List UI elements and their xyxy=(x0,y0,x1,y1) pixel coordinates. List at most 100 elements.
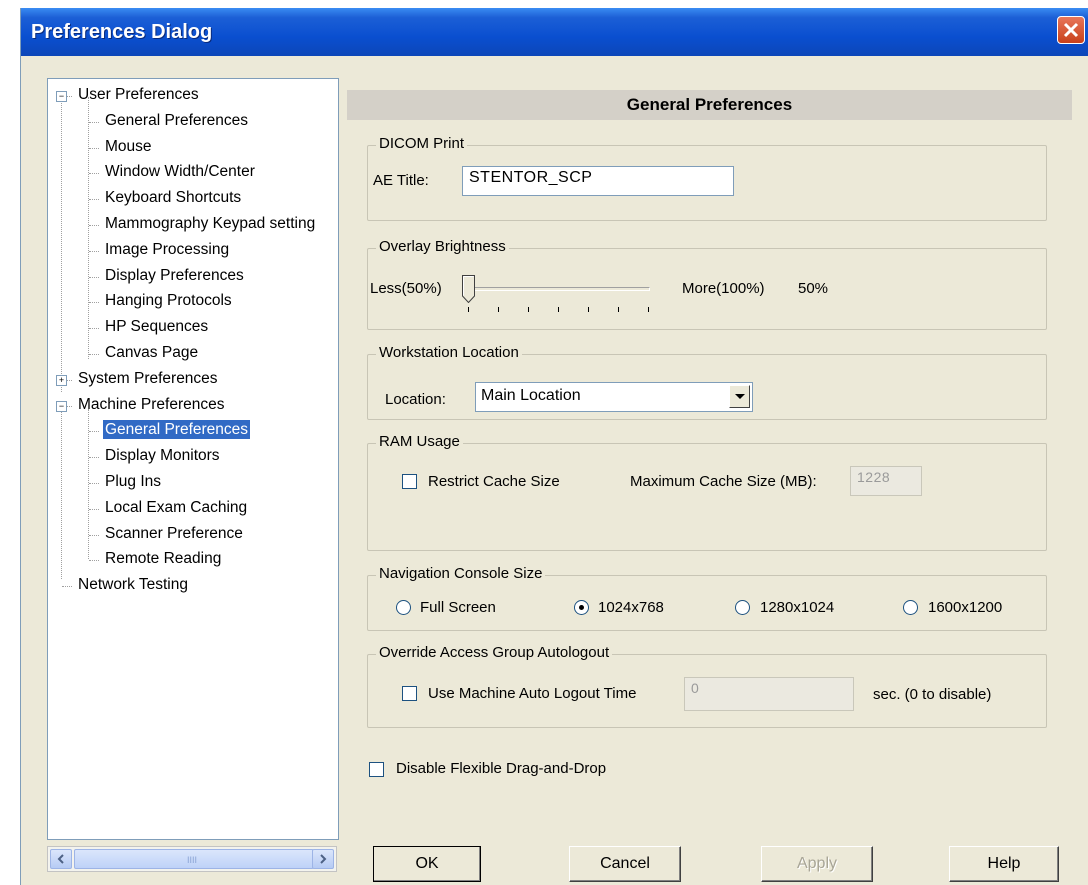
panel-title: General Preferences xyxy=(347,90,1072,120)
radio-1024x768-label: 1024x768 xyxy=(598,599,664,616)
tree-item[interactable]: Display Preferences xyxy=(103,264,246,288)
max-cache-label: Maximum Cache Size (MB): xyxy=(630,473,817,490)
title-bar[interactable]: Preferences Dialog xyxy=(21,8,1088,56)
tree-item-label: Hanging Protocols xyxy=(105,292,232,310)
tree-item[interactable]: General Preferences xyxy=(103,109,250,133)
overlay-brightness-group: Overlay Brightness Less(50%) More(100%) … xyxy=(367,238,1047,330)
tree-connector xyxy=(89,354,99,355)
group-title: Override Access Group Autologout xyxy=(376,644,613,662)
group-title: Navigation Console Size xyxy=(376,565,546,583)
tree-item[interactable]: Mouse xyxy=(103,135,154,159)
radio-1600x1200-label: 1600x1200 xyxy=(928,599,1003,616)
dialog-content: User Preferences − General Preferences Mous… xyxy=(21,56,1088,885)
tree-connector xyxy=(89,534,99,536)
radio-full-screen-label: Full Screen xyxy=(420,599,496,616)
radio-1024x768[interactable] xyxy=(574,600,589,615)
tree-line xyxy=(61,409,62,579)
group-title: Overlay Brightness xyxy=(376,238,509,256)
tree-item-label: HP Sequences xyxy=(105,318,209,336)
dropdown-button[interactable] xyxy=(729,385,750,408)
tree-item-label: Display Preferences xyxy=(105,266,244,284)
tree-item[interactable]: Image Processing xyxy=(103,238,231,262)
tree-connector xyxy=(89,225,99,226)
slider-track xyxy=(468,287,650,291)
tree-connector xyxy=(89,173,99,175)
slider-tick xyxy=(468,307,469,312)
ae-title-input[interactable]: STENTOR_SCP xyxy=(462,166,734,196)
tree-item[interactable]: Remote Reading xyxy=(103,547,223,571)
radio-1280x1024[interactable] xyxy=(735,600,750,615)
max-cache-input[interactable]: 1228 xyxy=(850,466,922,496)
tree-item-label: Scanner Preference xyxy=(105,524,243,542)
tree-item-label: Network Testing xyxy=(78,576,188,594)
tree-item[interactable]: Network Testing xyxy=(76,573,190,597)
tree-connector xyxy=(89,457,99,459)
scroll-left-button[interactable] xyxy=(50,849,72,869)
collapse-icon[interactable]: − xyxy=(56,91,67,102)
radio-1600x1200[interactable] xyxy=(903,600,918,615)
slider-tick xyxy=(618,307,619,312)
tree-item-label: Mouse xyxy=(105,137,152,155)
collapse-icon[interactable]: − xyxy=(56,400,67,412)
tree-line xyxy=(61,97,62,392)
help-button[interactable]: Help xyxy=(949,846,1059,882)
tree-item[interactable]: Local Exam Caching xyxy=(103,496,249,520)
autologout-time-input[interactable]: 0 xyxy=(684,677,854,711)
tree-item[interactable]: Window Width/Center xyxy=(103,160,257,184)
tree-item[interactable]: System Preferences xyxy=(76,367,220,391)
chevron-right-icon xyxy=(320,854,327,864)
slider-tick xyxy=(498,307,499,312)
machine-autologout-checkbox[interactable] xyxy=(402,686,417,701)
tree-item-label: Display Monitors xyxy=(105,447,220,465)
tree-horizontal-scrollbar[interactable]: IIII xyxy=(47,846,337,872)
autologout-group: Override Access Group Autologout Use Mac… xyxy=(367,644,1047,728)
radio-1280x1024-label: 1280x1024 xyxy=(760,599,835,616)
tree-item[interactable]: Mammography Keypad setting xyxy=(103,212,317,236)
brightness-slider[interactable] xyxy=(458,273,658,313)
tree-connector xyxy=(89,302,99,304)
restrict-cache-checkbox[interactable] xyxy=(402,474,417,489)
tree-item[interactable]: Machine Preferences xyxy=(76,393,226,417)
tree-item[interactable]: Display Monitors xyxy=(103,444,222,468)
tree-item[interactable]: Scanner Preference xyxy=(103,522,245,546)
disable-drag-drop-checkbox[interactable] xyxy=(369,762,384,777)
tree-item-label: Window Width/Center xyxy=(105,163,255,181)
workstation-location-group: Workstation Location Location: Main Loca… xyxy=(367,344,1047,420)
scroll-right-button[interactable] xyxy=(312,849,334,869)
cancel-button[interactable]: Cancel xyxy=(569,846,681,882)
tree-connector xyxy=(89,431,99,433)
preferences-dialog: Preferences Dialog User Preferences − Gene… xyxy=(20,8,1088,885)
tree-item[interactable]: Canvas Page xyxy=(103,341,200,365)
radio-full-screen[interactable] xyxy=(396,600,411,615)
preferences-tree[interactable]: User Preferences − General Preferences Mous… xyxy=(47,78,339,840)
tree-line xyxy=(88,97,89,359)
apply-button[interactable]: Apply xyxy=(761,846,873,882)
window-title: Preferences Dialog xyxy=(31,21,213,43)
close-button[interactable] xyxy=(1057,16,1085,44)
location-dropdown[interactable]: Main Location xyxy=(475,382,753,412)
expand-icon[interactable]: + xyxy=(56,374,67,386)
tree-item-label: Local Exam Caching xyxy=(105,498,248,516)
tree-item[interactable]: User Preferences xyxy=(76,83,201,107)
slider-thumb[interactable] xyxy=(462,275,475,303)
tree-item[interactable]: Keyboard Shortcuts xyxy=(103,186,243,210)
tree-item-label: General Preferences xyxy=(103,420,251,440)
slider-tick xyxy=(648,307,649,312)
location-value: Main Location xyxy=(481,387,581,404)
tree-item-label: General Preferences xyxy=(105,111,249,129)
tree-item-label: Mammography Keypad setting xyxy=(105,215,316,232)
ok-button[interactable]: OK xyxy=(373,846,481,882)
group-title: RAM Usage xyxy=(376,433,463,451)
close-icon xyxy=(1063,22,1079,38)
group-title: DICOM Print xyxy=(376,135,468,153)
restrict-cache-label: Restrict Cache Size xyxy=(428,473,560,490)
ram-usage-group: RAM Usage Restrict Cache Size Maximum Ca… xyxy=(367,433,1047,551)
tree-item[interactable]: HP Sequences xyxy=(103,315,210,339)
tree-item[interactable]: General Preferences xyxy=(103,418,251,442)
tree-item[interactable]: Hanging Protocols xyxy=(103,289,234,313)
scroll-thumb[interactable]: IIII xyxy=(74,849,314,869)
tree-item[interactable]: Plug Ins xyxy=(103,470,163,494)
ae-title-label: AE Title: xyxy=(373,172,429,189)
tree-item-label: System Preferences xyxy=(78,369,218,387)
brightness-less-label: Less(50%) xyxy=(370,280,442,297)
